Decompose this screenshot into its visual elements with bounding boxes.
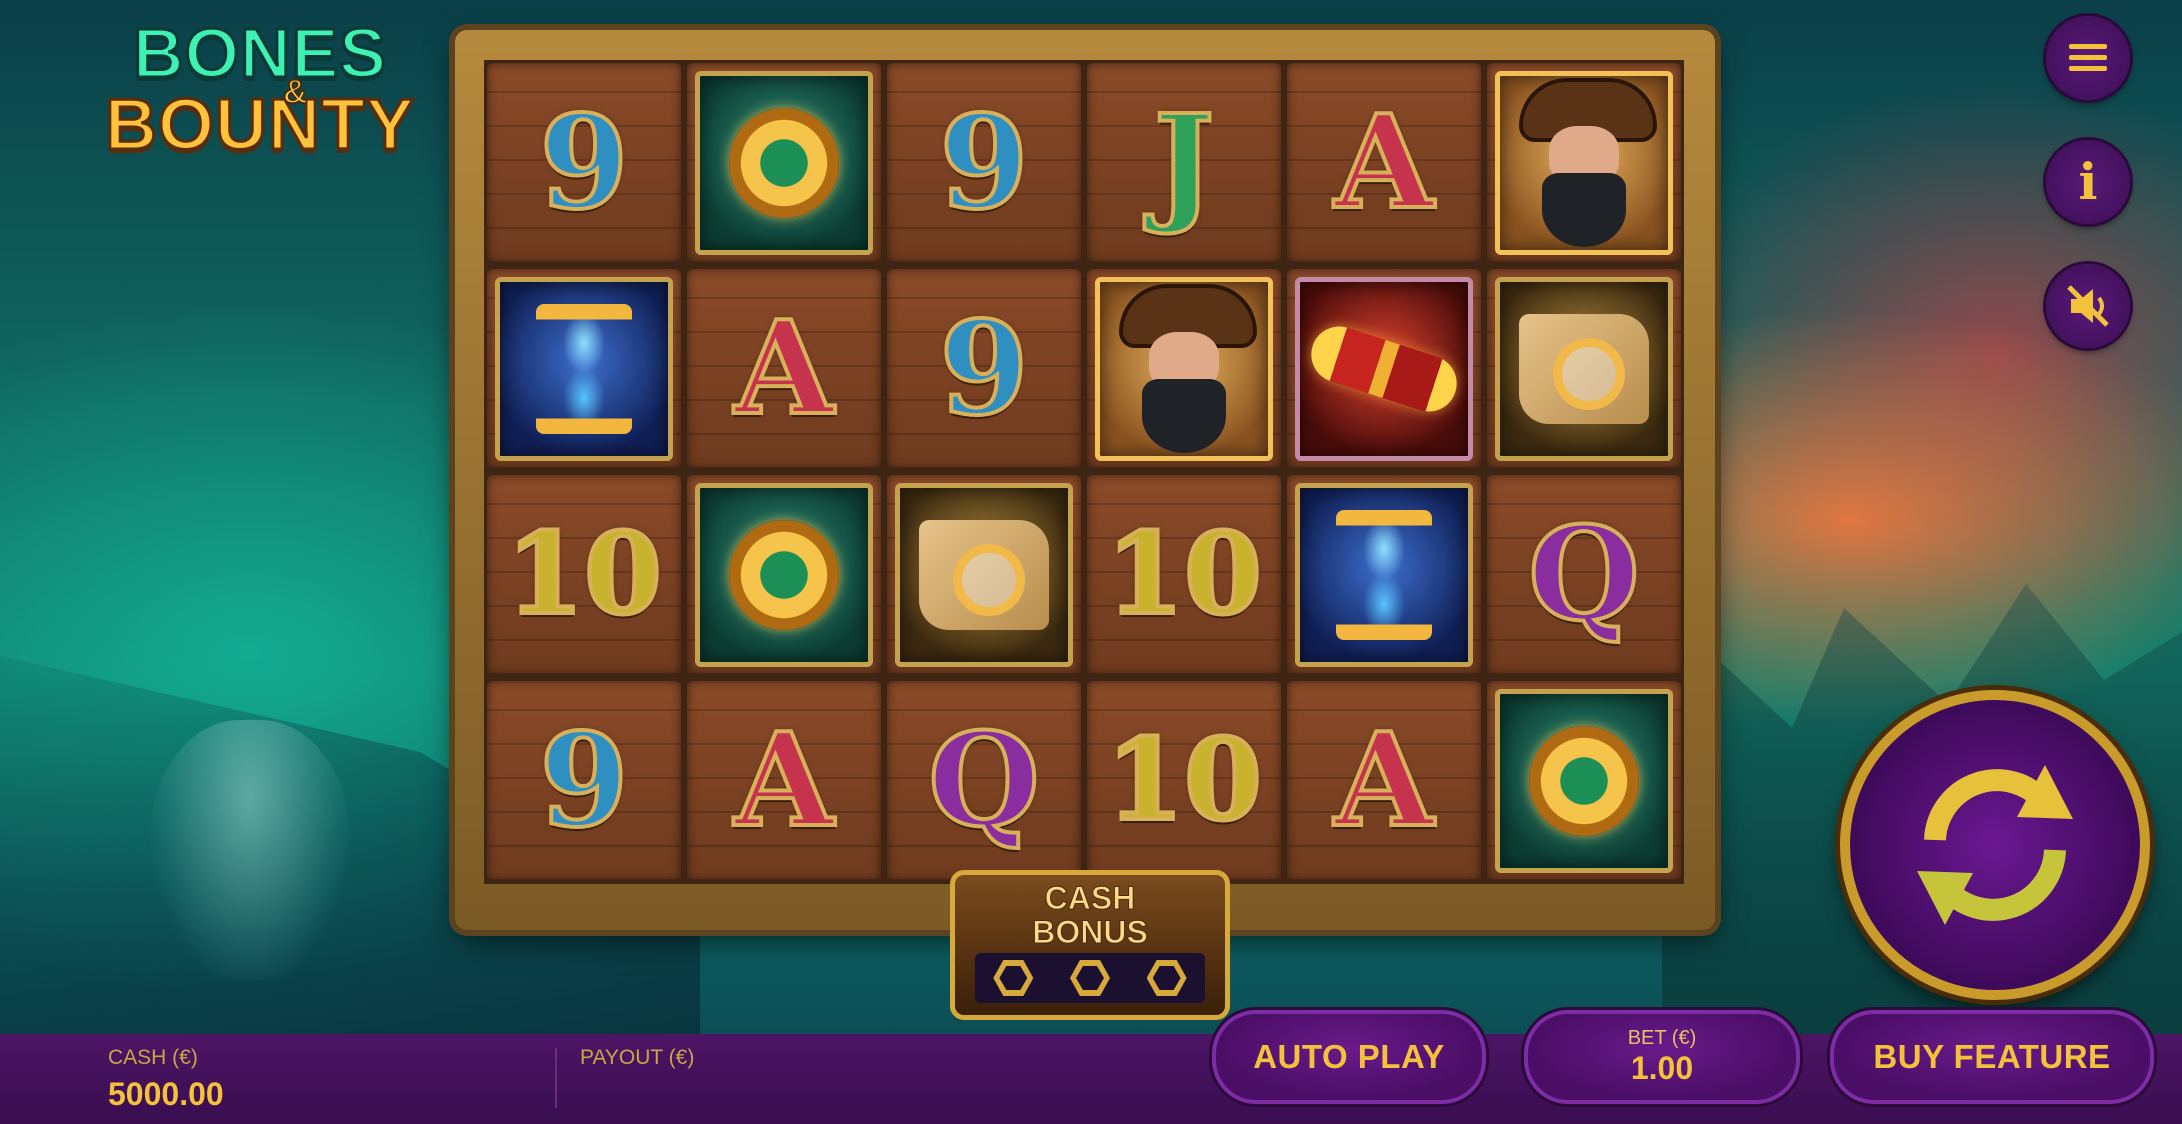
symbol-spyglass-tile [1295,277,1473,461]
symbol-hourglass-tile [495,277,673,461]
symbol-card-q: Q [1526,500,1641,650]
cash-bonus-title-line2: BONUS [1032,914,1149,950]
sound-toggle-button[interactable] [2046,264,2130,348]
logo-ampersand: & [282,72,309,112]
reel-cell [1287,269,1481,469]
symbol-compass-tile [1495,689,1673,873]
reel-cell: Q [887,681,1081,881]
cash-label: CASH (€) [108,1046,198,1069]
symbol-hourglass-tile [1295,483,1473,667]
reel-cell: 9 [487,63,681,263]
spin-button[interactable] [1840,690,2150,1000]
reel-cell [487,269,681,469]
reel-cell [1487,63,1681,263]
reel-cell: J [1087,63,1281,263]
menu-button[interactable] [2046,16,2130,100]
reel-cell [687,63,881,263]
symbol-map-tile [895,483,1073,667]
reel-cell: A [1287,63,1481,263]
symbol-map-tile [1495,277,1673,461]
map-icon [919,520,1049,630]
reel-cell: A [687,269,881,469]
cash-bonus-slot [993,960,1034,996]
reel-cell: Q [1487,475,1681,675]
symbol-card-9: 9 [537,88,630,238]
hourglass-icon [536,304,632,434]
symbol-pirate-tile [1495,71,1673,255]
reel-cell: 10 [1087,681,1281,881]
cash-bonus-slot [1146,960,1187,996]
spin-icon [1917,765,2073,925]
spyglass-icon [1304,319,1464,419]
reel-cell: A [687,681,881,881]
cash-bonus-slot [1069,960,1110,996]
reel-cell [1087,269,1281,469]
cash-bonus-slots [975,953,1205,1003]
info-icon: i [2078,152,2098,211]
auto-play-button[interactable]: AUTO PLAY [1212,1010,1486,1104]
map-icon [1519,314,1649,424]
reel-cell [1487,269,1681,469]
reel-cell: 10 [487,475,681,675]
cash-bonus-title: CASH BONUS [955,880,1225,950]
bet-selector[interactable]: BET (€) 1.00 [1524,1010,1800,1104]
symbol-card-9: 9 [937,294,1030,444]
reel-cell [1287,475,1481,675]
reel-cell: 9 [887,63,1081,263]
symbol-compass-tile [695,483,873,667]
logo-title-bottom: BOUNTY [104,85,416,165]
reel-cell: A [1287,681,1481,881]
symbol-card-a: A [732,706,835,856]
reel-cell [887,475,1081,675]
symbol-card-10: 10 [504,509,664,640]
auto-play-label: AUTO PLAY [1253,1038,1445,1075]
symbol-card-a: A [1332,706,1435,856]
cash-value: 5000.00 [108,1076,224,1112]
symbol-card-q: Q [926,706,1041,856]
hourglass-icon [1336,510,1432,640]
symbol-card-j: J [1152,88,1217,238]
info-button[interactable]: i [2046,140,2130,224]
reel-cell: 9 [887,269,1081,469]
menu-icon [2069,44,2107,72]
logo-title-top: BONES [132,14,388,92]
pirate-beard [1542,173,1626,247]
pirate-beard [1142,379,1226,453]
reel-grid: 9 9 J A A 9 10 10 Q 9 A Q 10 A [484,60,1684,884]
sound-muted-icon [2067,285,2109,327]
symbol-pirate-tile [1095,277,1273,461]
payout-label: PAYOUT (€) [580,1046,695,1069]
bar-divider [555,1048,557,1108]
symbol-card-9: 9 [937,88,1030,238]
compass-icon [729,108,839,218]
buy-feature-button[interactable]: BUY FEATURE [1830,1010,2154,1104]
reel-cell: 9 [487,681,681,881]
compass-icon [729,520,839,630]
reel-cell [1487,681,1681,881]
ghost-captain-figure [150,720,350,980]
pirate-icon [1114,284,1257,454]
symbol-card-10: 10 [1104,715,1264,846]
symbol-card-a: A [732,294,835,444]
bet-label: BET (€) [1627,1027,1697,1049]
buy-feature-label: BUY FEATURE [1873,1038,2111,1075]
game-logo: BONES & BOUNTY [104,14,416,168]
cash-bonus-meter: CASH BONUS [950,870,1230,1020]
pirate-icon [1514,78,1657,248]
symbol-card-a: A [1332,88,1435,238]
reel-cell [687,475,881,675]
symbol-card-9: 9 [537,706,630,856]
reel-cell: 10 [1087,475,1281,675]
symbol-card-10: 10 [1104,509,1264,640]
bet-value: 1.00 [1630,1050,1694,1086]
compass-icon [1529,726,1639,836]
symbol-compass-tile [695,71,873,255]
cash-bonus-title-line1: CASH [1044,880,1136,916]
